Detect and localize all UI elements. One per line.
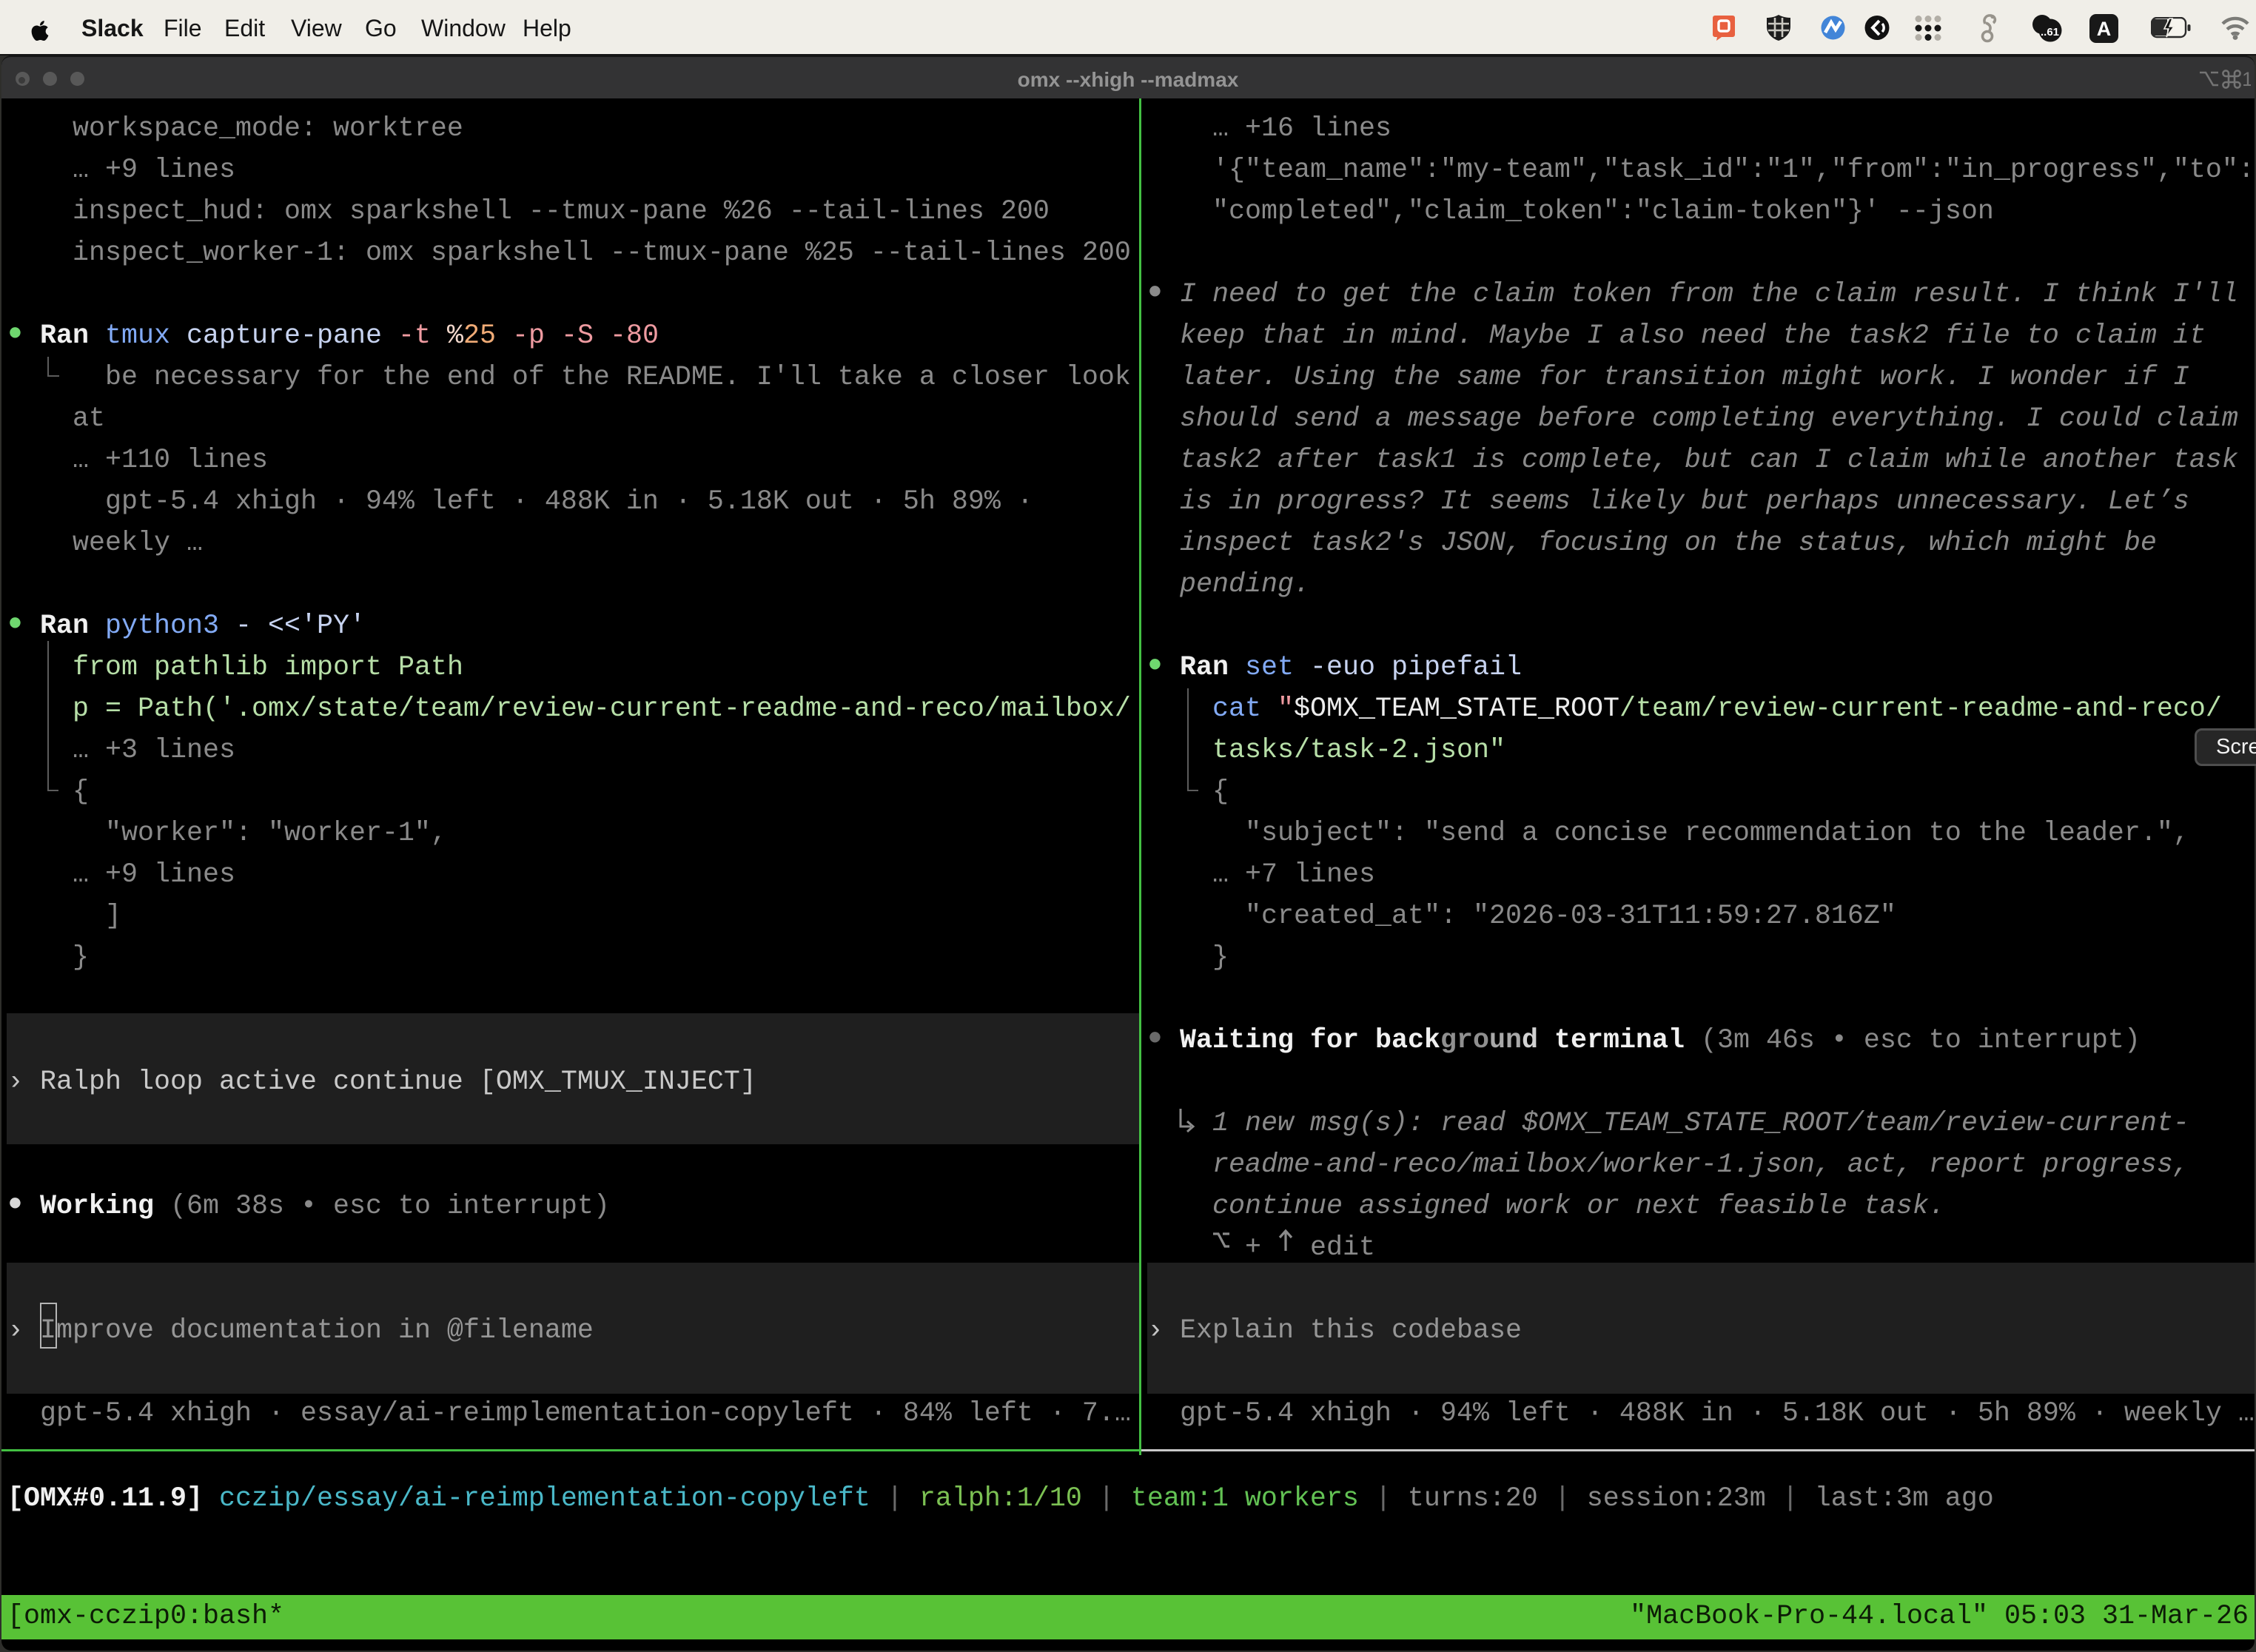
svg-text:1: 1 [2242,68,2251,90]
svg-text:A: A [2097,18,2112,40]
svg-text:..61: ..61 [2041,26,2059,38]
